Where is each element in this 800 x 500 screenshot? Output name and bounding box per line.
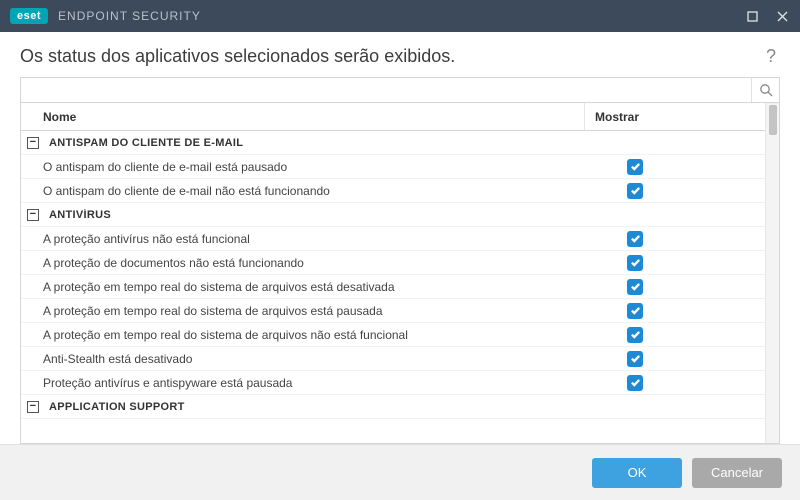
column-name[interactable]: Nome bbox=[21, 103, 585, 130]
group-label: APPLICATION SUPPORT bbox=[45, 401, 585, 413]
item-label: A proteção em tempo real do sistema de a… bbox=[21, 280, 585, 294]
show-checkbox[interactable] bbox=[627, 303, 643, 319]
brand-badge: eset bbox=[10, 8, 48, 24]
item-label: Proteção antivírus e antispyware está pa… bbox=[21, 376, 585, 390]
group-label: ANTISPAM DO CLIENTE DE E-MAIL bbox=[45, 137, 585, 149]
item-label: O antispam do cliente de e-mail está pau… bbox=[21, 160, 585, 174]
item-label: A proteção em tempo real do sistema de a… bbox=[21, 328, 585, 342]
group-row[interactable]: −ANTIVÍRUS bbox=[21, 203, 765, 227]
show-checkbox[interactable] bbox=[627, 183, 643, 199]
show-checkbox[interactable] bbox=[627, 279, 643, 295]
status-item-row: A proteção de documentos não está funcio… bbox=[21, 251, 765, 275]
table-header: Nome Mostrar bbox=[21, 103, 765, 131]
item-label: A proteção antivírus não está funcional bbox=[21, 232, 585, 246]
status-item-row: A proteção em tempo real do sistema de a… bbox=[21, 299, 765, 323]
item-label: A proteção em tempo real do sistema de a… bbox=[21, 304, 585, 318]
status-table: Nome Mostrar −ANTISPAM DO CLIENTE DE E-M… bbox=[20, 103, 780, 444]
status-item-row: Proteção antivírus e antispyware está pa… bbox=[21, 371, 765, 395]
item-label: A proteção de documentos não está funcio… bbox=[21, 256, 585, 270]
search-icon[interactable] bbox=[751, 78, 779, 102]
collapse-icon[interactable]: − bbox=[27, 401, 39, 413]
app-title: ENDPOINT SECURITY bbox=[58, 9, 744, 23]
cancel-button[interactable]: Cancelar bbox=[692, 458, 782, 488]
table-body: −ANTISPAM DO CLIENTE DE E-MAILO antispam… bbox=[21, 131, 765, 419]
close-icon[interactable] bbox=[774, 8, 790, 24]
dialog-footer: OK Cancelar bbox=[0, 444, 800, 500]
show-checkbox[interactable] bbox=[627, 351, 643, 367]
page-header: Os status dos aplicativos selecionados s… bbox=[0, 32, 800, 77]
scrollbar-thumb[interactable] bbox=[769, 105, 777, 135]
status-item-row: A proteção em tempo real do sistema de a… bbox=[21, 275, 765, 299]
search-input[interactable] bbox=[21, 78, 751, 102]
search-bar bbox=[20, 77, 780, 103]
help-icon[interactable]: ? bbox=[762, 46, 780, 67]
collapse-icon[interactable]: − bbox=[27, 137, 39, 149]
show-checkbox[interactable] bbox=[627, 231, 643, 247]
show-checkbox[interactable] bbox=[627, 375, 643, 391]
titlebar: eset ENDPOINT SECURITY bbox=[0, 0, 800, 32]
column-show[interactable]: Mostrar bbox=[585, 103, 765, 130]
item-label: Anti-Stealth está desativado bbox=[21, 352, 585, 366]
show-checkbox[interactable] bbox=[627, 159, 643, 175]
item-label: O antispam do cliente de e-mail não está… bbox=[21, 184, 585, 198]
status-item-row: Anti-Stealth está desativado bbox=[21, 347, 765, 371]
group-row[interactable]: −ANTISPAM DO CLIENTE DE E-MAIL bbox=[21, 131, 765, 155]
maximize-icon[interactable] bbox=[744, 8, 760, 24]
status-item-row: A proteção em tempo real do sistema de a… bbox=[21, 323, 765, 347]
ok-button[interactable]: OK bbox=[592, 458, 682, 488]
status-item-row: A proteção antivírus não está funcional bbox=[21, 227, 765, 251]
scrollbar[interactable] bbox=[765, 103, 779, 443]
window-controls bbox=[744, 8, 790, 24]
status-item-row: O antispam do cliente de e-mail está pau… bbox=[21, 155, 765, 179]
group-label: ANTIVÍRUS bbox=[45, 209, 585, 221]
collapse-icon[interactable]: − bbox=[27, 209, 39, 221]
show-checkbox[interactable] bbox=[627, 255, 643, 271]
show-checkbox[interactable] bbox=[627, 327, 643, 343]
group-row[interactable]: −APPLICATION SUPPORT bbox=[21, 395, 765, 419]
page-title: Os status dos aplicativos selecionados s… bbox=[20, 46, 762, 67]
status-item-row: O antispam do cliente de e-mail não está… bbox=[21, 179, 765, 203]
